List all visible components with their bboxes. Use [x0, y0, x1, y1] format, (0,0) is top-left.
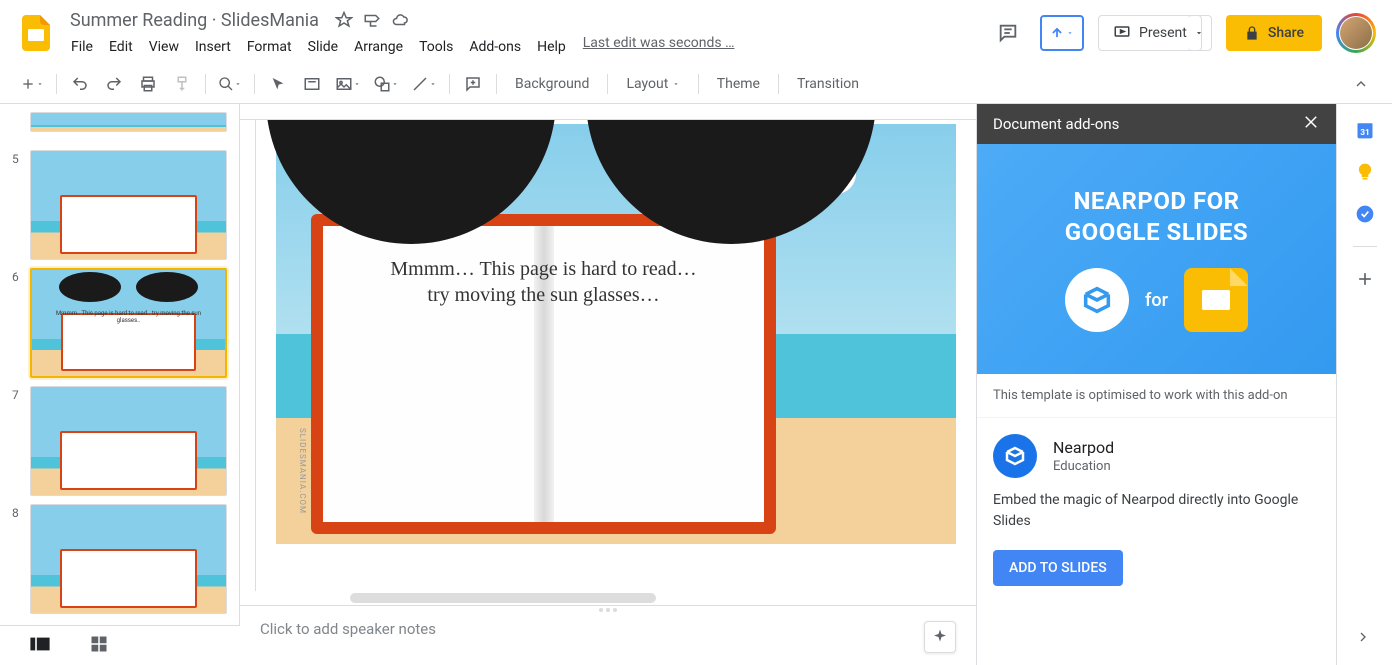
addons-title: Document add-ons	[993, 115, 1119, 133]
slides-logo[interactable]	[16, 13, 56, 53]
addon-description: Embed the magic of Nearpod directly into…	[993, 490, 1320, 532]
svg-text:31: 31	[1360, 128, 1370, 138]
present-upload-button[interactable]	[1040, 15, 1084, 51]
grid-view-icon[interactable]	[90, 635, 108, 657]
menu-addons[interactable]: Add-ons	[462, 35, 528, 59]
slide-thumb[interactable]: 7	[12, 386, 227, 496]
book-hidden-text: Did you know that a cat uses its whisker…	[574, 370, 734, 482]
filmstrip-view-icon[interactable]	[30, 636, 50, 656]
menu-file[interactable]: File	[64, 35, 100, 59]
nearpod-logo-icon	[1065, 268, 1129, 332]
ruler-horizontal[interactable]	[240, 104, 976, 120]
select-tool[interactable]	[263, 70, 293, 98]
cloud-icon[interactable]	[391, 11, 409, 29]
print-button[interactable]	[133, 70, 163, 98]
addon-category: Education	[1053, 459, 1114, 474]
menu-insert[interactable]: Insert	[188, 35, 238, 59]
present-label: Present	[1139, 25, 1187, 41]
theme-button[interactable]: Theme	[707, 76, 770, 92]
addon-note: This template is optimised to work with …	[977, 374, 1336, 418]
header: Summer Reading · SlidesMania File Edit V…	[0, 0, 1392, 64]
tasks-icon[interactable]	[1355, 204, 1375, 224]
menu-edit[interactable]: Edit	[102, 35, 140, 59]
collapse-toolbar-button[interactable]	[1346, 70, 1376, 98]
background-button[interactable]: Background	[505, 76, 599, 92]
slide-thumb[interactable]	[12, 112, 227, 142]
image-tool[interactable]	[331, 70, 365, 98]
view-mode-bar	[0, 625, 240, 665]
get-addons-icon[interactable]	[1355, 269, 1375, 289]
paint-format-button[interactable]	[167, 70, 197, 98]
redo-button[interactable]	[99, 70, 129, 98]
collapse-rail-icon[interactable]	[1355, 629, 1375, 649]
toolbar: Background Layout Theme Transition	[0, 64, 1392, 104]
share-button[interactable]: Share	[1226, 15, 1322, 51]
watermark: SLIDESMANIA.COM	[298, 428, 307, 514]
canvas-area: Mmmm… This page is hard to read… try mov…	[240, 104, 976, 665]
comments-button[interactable]	[990, 15, 1026, 51]
explore-button[interactable]	[924, 621, 956, 653]
present-dropdown[interactable]	[1188, 15, 1212, 51]
ruler-vertical[interactable]	[240, 120, 256, 591]
close-icon[interactable]	[1302, 113, 1320, 135]
speaker-notes[interactable]: Click to add speaker notes	[240, 605, 976, 665]
slide-thumb[interactable]: 5	[12, 150, 227, 260]
doc-title[interactable]: Summer Reading · SlidesMania	[64, 8, 325, 33]
speaker-notes-placeholder: Click to add speaker notes	[260, 620, 436, 638]
slide-thumb[interactable]: 8	[12, 504, 227, 614]
slide-canvas[interactable]: Mmmm… This page is hard to read… try mov…	[276, 124, 956, 544]
undo-button[interactable]	[65, 70, 95, 98]
transition-button[interactable]: Transition	[787, 76, 869, 92]
textbox-tool[interactable]	[297, 70, 327, 98]
present-button[interactable]: Present	[1098, 15, 1202, 51]
avatar[interactable]	[1336, 13, 1376, 53]
new-slide-button[interactable]	[16, 70, 48, 98]
menu-tools[interactable]: Tools	[412, 35, 460, 59]
menu-format[interactable]: Format	[240, 35, 299, 59]
menu-bar: File Edit View Insert Format Slide Arran…	[64, 35, 734, 59]
last-edit[interactable]: Last edit was seconds …	[583, 35, 735, 59]
shape-tool[interactable]	[369, 70, 403, 98]
add-to-slides-button[interactable]: ADD TO SLIDES	[993, 550, 1123, 586]
line-tool[interactable]	[407, 70, 441, 98]
menu-slide[interactable]: Slide	[301, 35, 345, 59]
move-icon[interactable]	[363, 11, 381, 29]
menu-help[interactable]: Help	[530, 35, 573, 59]
layout-button[interactable]: Layout	[616, 76, 689, 92]
nearpod-icon	[993, 434, 1037, 478]
calendar-icon[interactable]: 31	[1355, 120, 1375, 140]
filmstrip[interactable]: 5 6 Mmmm.. This page is hard to read.. t…	[0, 104, 240, 665]
comment-tool[interactable]	[458, 70, 488, 98]
menu-arrange[interactable]: Arrange	[347, 35, 410, 59]
star-icon[interactable]	[335, 11, 353, 29]
keep-icon[interactable]	[1355, 162, 1375, 182]
addon-name: Nearpod	[1053, 438, 1114, 457]
horizontal-scrollbar[interactable]	[350, 593, 656, 603]
slide-thumb[interactable]: 6 Mmmm.. This page is hard to read.. try…	[12, 268, 227, 378]
share-label: Share	[1268, 25, 1304, 41]
slides-logo-icon	[1184, 268, 1248, 332]
addons-panel: Document add-ons NEARPOD FOR GOOGLE SLID…	[976, 104, 1336, 665]
right-rail: 31	[1336, 104, 1392, 665]
zoom-button[interactable]	[214, 70, 246, 98]
menu-view[interactable]: View	[142, 35, 186, 59]
addon-banner: NEARPOD FOR GOOGLE SLIDES for	[977, 144, 1336, 374]
sunglasses-graphic[interactable]	[266, 120, 896, 274]
